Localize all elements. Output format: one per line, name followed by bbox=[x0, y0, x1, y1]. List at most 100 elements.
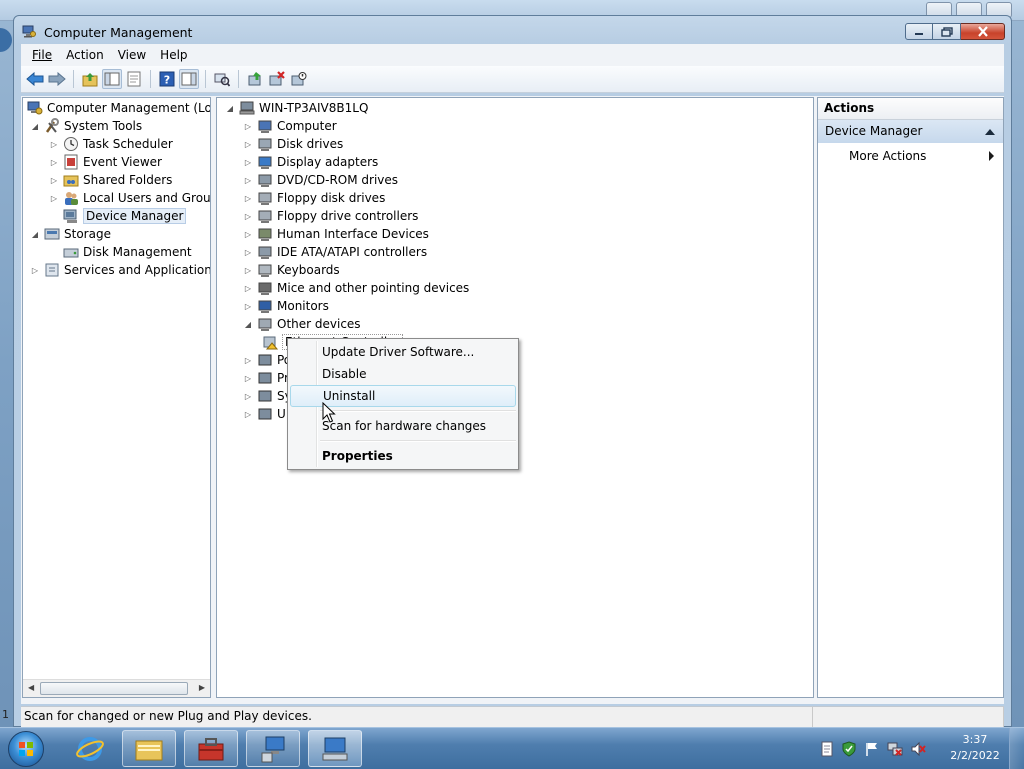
security-shield-icon[interactable] bbox=[841, 740, 857, 757]
minimize-button[interactable] bbox=[905, 23, 933, 40]
collapsed-arrow-icon[interactable]: ▷ bbox=[243, 139, 253, 149]
maximize-button[interactable] bbox=[933, 23, 961, 40]
collapse-section-icon[interactable] bbox=[985, 129, 995, 135]
device-category-row[interactable]: ▷ Display adapters bbox=[243, 153, 378, 171]
device-category-row[interactable]: ▷ IDE ATA/ATAPI controllers bbox=[243, 243, 427, 261]
tree-item-task-scheduler[interactable]: ▷ Task Scheduler bbox=[49, 135, 173, 153]
tree-item-event-viewer[interactable]: ▷ Event Viewer bbox=[49, 153, 162, 171]
tree-item-services[interactable]: ▷ Services and Applications bbox=[30, 261, 210, 279]
device-category-row[interactable]: ▷ Keyboards bbox=[243, 261, 340, 279]
collapsed-arrow-icon[interactable]: ▷ bbox=[243, 409, 253, 419]
scroll-right-icon[interactable]: ▶ bbox=[199, 683, 205, 692]
tree-item-root[interactable]: Computer Management (Local bbox=[27, 99, 210, 117]
expanded-arrow-icon[interactable]: ◢ bbox=[30, 121, 40, 131]
uninstall-icon bbox=[269, 71, 285, 86]
console-tree-pane[interactable]: Computer Management (Local ◢ System Tool… bbox=[22, 97, 211, 698]
collapsed-arrow-icon[interactable]: ▷ bbox=[243, 265, 253, 275]
device-root[interactable]: ◢ WIN-TP3AIV8B1LQ bbox=[225, 99, 368, 117]
close-button[interactable] bbox=[961, 23, 1005, 40]
device-category-row[interactable]: ◢ Other devices bbox=[243, 315, 361, 333]
scan-hardware-button[interactable] bbox=[212, 69, 232, 89]
collapsed-arrow-icon[interactable]: ▷ bbox=[49, 193, 59, 203]
expanded-arrow-icon[interactable]: ◢ bbox=[30, 229, 40, 239]
device-category-row[interactable]: ▷ U bbox=[243, 405, 286, 423]
taskbar-device-manager[interactable] bbox=[308, 730, 362, 767]
start-button[interactable] bbox=[8, 731, 44, 767]
tree-item-system-tools[interactable]: ◢ System Tools bbox=[30, 117, 142, 135]
disable-button[interactable] bbox=[289, 69, 309, 89]
collapsed-arrow-icon[interactable]: ▷ bbox=[243, 229, 253, 239]
collapsed-arrow-icon[interactable]: ▷ bbox=[243, 391, 253, 401]
scrollbar-thumb[interactable] bbox=[40, 682, 188, 695]
device-category-row[interactable]: ▷ Floppy drive controllers bbox=[243, 207, 418, 225]
title-bar[interactable]: Computer Management bbox=[14, 16, 1011, 46]
collapsed-arrow-icon[interactable]: ▷ bbox=[30, 265, 40, 275]
menu-file[interactable]: File bbox=[25, 48, 59, 62]
taskbar-server-manager[interactable] bbox=[184, 730, 238, 767]
taskbar-computer-management[interactable] bbox=[246, 730, 300, 767]
collapsed-arrow-icon[interactable]: ▷ bbox=[243, 121, 253, 131]
more-actions-item[interactable]: More Actions bbox=[818, 146, 1003, 166]
device-category-row[interactable]: ▷ DVD/CD-ROM drives bbox=[243, 171, 398, 189]
clock[interactable]: 3:37 2/2/2022 bbox=[944, 732, 1006, 764]
device-category-row[interactable]: ▷ Human Interface Devices bbox=[243, 225, 429, 243]
device-category-row[interactable]: ▷ Monitors bbox=[243, 297, 329, 315]
expanded-arrow-icon[interactable]: ◢ bbox=[243, 319, 253, 329]
forward-button[interactable] bbox=[47, 69, 67, 89]
device-category-row[interactable]: ▷ Disk drives bbox=[243, 135, 343, 153]
menu-bar: File Action View Help bbox=[21, 44, 1004, 66]
tree-item-storage[interactable]: ◢ Storage bbox=[30, 225, 111, 243]
disable-menu-item[interactable]: Disable bbox=[290, 363, 516, 385]
tree-item-device-manager[interactable]: Device Manager bbox=[63, 207, 187, 225]
network-icon[interactable] bbox=[887, 741, 903, 757]
device-category-row[interactable]: ▷ Mice and other pointing devices bbox=[243, 279, 469, 297]
device-category-label: Display adapters bbox=[277, 155, 379, 169]
collapsed-arrow-icon[interactable]: ▷ bbox=[243, 247, 253, 257]
mouse-cursor-icon bbox=[322, 402, 336, 423]
device-category-row[interactable]: ▷ Computer bbox=[243, 117, 337, 135]
help-button[interactable]: ? bbox=[157, 69, 177, 89]
device-category-row[interactable]: ▷ Sy bbox=[243, 387, 292, 405]
action-center-flag-icon[interactable] bbox=[864, 741, 880, 757]
actions-section-device-manager[interactable]: Device Manager bbox=[818, 120, 1003, 143]
collapsed-arrow-icon[interactable]: ▷ bbox=[243, 175, 253, 185]
device-category-row[interactable]: ▷ Po bbox=[243, 351, 291, 369]
menu-action[interactable]: Action bbox=[59, 48, 111, 62]
properties-menu-item[interactable]: Properties bbox=[290, 445, 516, 467]
taskbar-explorer[interactable] bbox=[122, 730, 176, 767]
collapsed-arrow-icon[interactable]: ▷ bbox=[243, 373, 253, 383]
show-desktop-button[interactable] bbox=[1009, 728, 1024, 769]
collapsed-arrow-icon[interactable]: ▷ bbox=[243, 355, 253, 365]
horizontal-scrollbar[interactable]: ◀ ▶ bbox=[23, 679, 210, 697]
svg-text:?: ? bbox=[164, 74, 170, 87]
collapsed-arrow-icon[interactable]: ▷ bbox=[49, 157, 59, 167]
device-category-row[interactable]: ▷ Pr bbox=[243, 369, 289, 387]
collapsed-arrow-icon[interactable]: ▷ bbox=[243, 211, 253, 221]
uninstall-button[interactable] bbox=[267, 69, 287, 89]
shared-folder-icon bbox=[63, 172, 79, 188]
back-button[interactable] bbox=[25, 69, 45, 89]
volume-muted-icon[interactable] bbox=[910, 741, 926, 757]
show-hide-console-tree-button[interactable] bbox=[102, 69, 122, 89]
document-icon[interactable] bbox=[820, 741, 834, 757]
up-one-level-button[interactable] bbox=[80, 69, 100, 89]
tree-item-local-users[interactable]: ▷ Local Users and Groups bbox=[49, 189, 210, 207]
taskbar-internet-explorer[interactable] bbox=[63, 730, 117, 767]
update-driver-menu-item[interactable]: Update Driver Software... bbox=[290, 341, 516, 363]
collapsed-arrow-icon[interactable]: ▷ bbox=[49, 175, 59, 185]
show-hide-action-pane-button[interactable] bbox=[179, 69, 199, 89]
menu-help[interactable]: Help bbox=[153, 48, 194, 62]
update-driver-button[interactable] bbox=[245, 69, 265, 89]
expanded-arrow-icon[interactable]: ◢ bbox=[225, 103, 235, 113]
menu-view[interactable]: View bbox=[111, 48, 153, 62]
collapsed-arrow-icon[interactable]: ▷ bbox=[49, 139, 59, 149]
scroll-left-icon[interactable]: ◀ bbox=[28, 683, 34, 692]
collapsed-arrow-icon[interactable]: ▷ bbox=[243, 157, 253, 167]
collapsed-arrow-icon[interactable]: ▷ bbox=[243, 301, 253, 311]
collapsed-arrow-icon[interactable]: ▷ bbox=[243, 283, 253, 293]
collapsed-arrow-icon[interactable]: ▷ bbox=[243, 193, 253, 203]
properties-button[interactable] bbox=[124, 69, 144, 89]
tree-item-shared-folders[interactable]: ▷ Shared Folders bbox=[49, 171, 172, 189]
device-category-row[interactable]: ▷ Floppy disk drives bbox=[243, 189, 385, 207]
tree-item-disk-management[interactable]: Disk Management bbox=[63, 243, 192, 261]
